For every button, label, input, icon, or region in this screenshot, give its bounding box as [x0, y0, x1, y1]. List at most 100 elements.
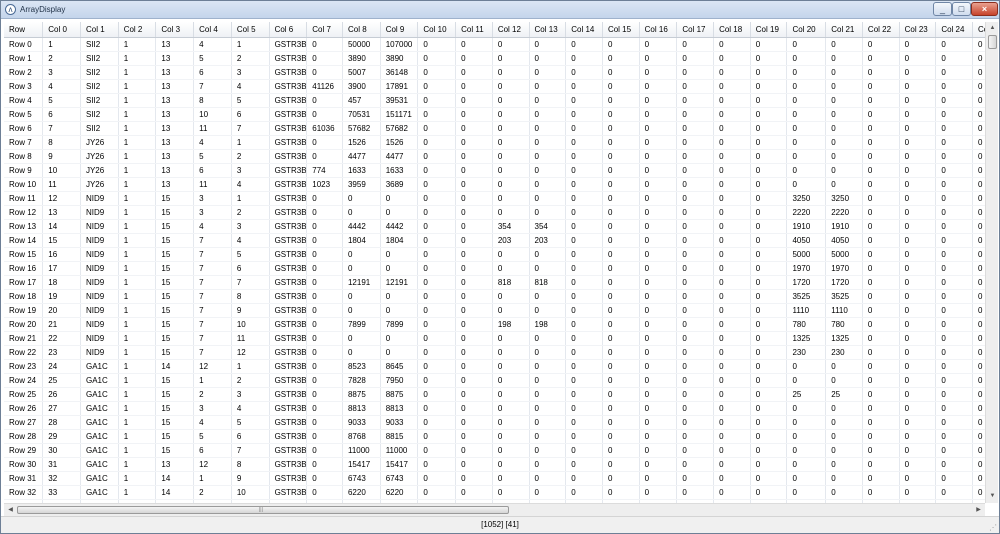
table-cell[interactable]: 0: [862, 135, 900, 150]
table-cell[interactable]: 0: [565, 485, 603, 500]
table-cell[interactable]: 818: [492, 275, 530, 290]
row-label[interactable]: Row 1: [4, 51, 44, 66]
maximize-button[interactable]: □: [952, 2, 971, 16]
table-cell[interactable]: 0: [639, 485, 678, 500]
table-cell[interactable]: 8: [231, 457, 270, 472]
table-cell[interactable]: 0: [935, 415, 974, 430]
table-cell[interactable]: 0: [639, 107, 678, 122]
table-cell[interactable]: 0: [750, 65, 788, 80]
table-cell[interactable]: 0: [899, 429, 937, 444]
table-cell[interactable]: 0: [306, 359, 343, 374]
table-cell[interactable]: 2: [231, 205, 270, 220]
table-cell[interactable]: 0: [492, 443, 530, 458]
table-cell[interactable]: 0: [862, 261, 900, 276]
table-cell[interactable]: 0: [713, 471, 751, 486]
table-cell[interactable]: 0: [306, 191, 343, 206]
table-cell[interactable]: 774: [306, 163, 343, 178]
table-cell[interactable]: 0: [786, 37, 827, 52]
table-cell[interactable]: 0: [899, 331, 937, 346]
row-label[interactable]: Row 26: [4, 401, 44, 416]
column-header[interactable]: Col 18: [713, 22, 751, 38]
table-cell[interactable]: 1: [118, 471, 157, 486]
table-cell[interactable]: 0: [972, 65, 985, 80]
table-cell[interactable]: 0: [602, 485, 640, 500]
table-row[interactable]: Row 18 19 NID9 1 15 7 8 GSTR3B 0 0 0 0 0 0 0 0 0 0 0 0 0 3525…: [4, 289, 985, 304]
table-cell[interactable]: 0: [529, 51, 567, 66]
table-cell[interactable]: 11: [193, 121, 232, 136]
table-cell[interactable]: 0: [862, 401, 900, 416]
table-cell[interactable]: 0: [935, 121, 974, 136]
table-cell[interactable]: 0: [639, 359, 678, 374]
table-cell[interactable]: 0: [935, 373, 974, 388]
table-cell[interactable]: GSTR3B: [269, 485, 308, 500]
table-cell[interactable]: 0: [306, 51, 343, 66]
table-cell[interactable]: 13: [155, 93, 195, 108]
table-cell[interactable]: 13: [155, 107, 195, 122]
table-cell[interactable]: 0: [825, 37, 863, 52]
table-cell[interactable]: 0: [972, 359, 985, 374]
table-cell[interactable]: 0: [639, 51, 678, 66]
table-cell[interactable]: 2220: [786, 205, 827, 220]
table-cell[interactable]: 0: [972, 177, 985, 192]
table-cell[interactable]: 1: [118, 415, 157, 430]
table-cell[interactable]: 1110: [786, 303, 827, 318]
table-cell[interactable]: 0: [492, 373, 530, 388]
table-cell[interactable]: 12191: [342, 275, 381, 290]
table-cell[interactable]: 0: [862, 275, 900, 290]
table-cell[interactable]: 3: [231, 219, 270, 234]
title-bar[interactable]: ʌ ArrayDisplay _ □ ×: [1, 1, 999, 19]
row-label[interactable]: Row 15: [4, 247, 44, 262]
table-cell[interactable]: GSTR3B: [269, 163, 308, 178]
table-cell[interactable]: 0: [750, 247, 788, 262]
table-cell[interactable]: 0: [935, 79, 974, 94]
table-cell[interactable]: 3: [42, 65, 81, 80]
column-header[interactable]: Col 20: [786, 22, 827, 38]
table-cell[interactable]: 0: [380, 303, 419, 318]
table-cell[interactable]: 0: [417, 163, 457, 178]
table-cell[interactable]: 0: [417, 485, 457, 500]
table-cell[interactable]: 0: [786, 51, 827, 66]
table-cell[interactable]: 0: [342, 191, 381, 206]
table-cell[interactable]: GSTR3B: [269, 373, 308, 388]
row-label[interactable]: Row 12: [4, 205, 44, 220]
table-cell[interactable]: 0: [972, 247, 985, 262]
table-cell[interactable]: 0: [306, 373, 343, 388]
table-cell[interactable]: 18: [42, 275, 81, 290]
table-cell[interactable]: 0: [417, 359, 457, 374]
table-cell[interactable]: 0: [935, 219, 974, 234]
table-cell[interactable]: 0: [306, 93, 343, 108]
table-cell[interactable]: 0: [639, 93, 678, 108]
table-cell[interactable]: 0: [862, 247, 900, 262]
table-cell[interactable]: 1804: [380, 233, 419, 248]
table-cell[interactable]: 0: [972, 79, 985, 94]
table-cell[interactable]: 8813: [342, 401, 381, 416]
table-cell[interactable]: 0: [899, 205, 937, 220]
table-cell[interactable]: 0: [342, 345, 381, 360]
table-row[interactable]: Row 6 7 SII2 1 13 11 7 GSTR3B 61036 57682 57682 0 0 0…: [4, 121, 985, 136]
table-cell[interactable]: 1: [118, 331, 157, 346]
table-cell[interactable]: 0: [492, 177, 530, 192]
table-cell[interactable]: 0: [417, 121, 457, 136]
table-cell[interactable]: 0: [565, 443, 603, 458]
table-cell[interactable]: 9033: [342, 415, 381, 430]
table-cell[interactable]: 0: [492, 149, 530, 164]
table-cell[interactable]: GSTR3B: [269, 443, 308, 458]
table-cell[interactable]: 0: [750, 387, 788, 402]
vertical-scrollbar[interactable]: ▲ ▼: [985, 22, 998, 503]
table-row[interactable]: Row 3 4 SII2 1 13 7 4 GSTR3B 41126 3900 17891 0 0 0 0 0…: [4, 79, 985, 94]
table-cell[interactable]: 15: [155, 331, 195, 346]
table-cell[interactable]: 1: [118, 177, 157, 192]
table-cell[interactable]: 0: [529, 65, 567, 80]
table-cell[interactable]: 0: [529, 303, 567, 318]
table-cell[interactable]: 0: [713, 93, 751, 108]
table-cell[interactable]: 0: [306, 457, 343, 472]
table-cell[interactable]: 0: [935, 485, 974, 500]
table-cell[interactable]: 0: [492, 485, 530, 500]
table-cell[interactable]: 0: [935, 135, 974, 150]
table-cell[interactable]: 0: [899, 135, 937, 150]
table-cell[interactable]: 0: [565, 359, 603, 374]
table-cell[interactable]: 0: [972, 219, 985, 234]
table-row[interactable]: Row 2 3 SII2 1 13 6 3 GSTR3B 0 5007 36148 0 0 0 0 0 0 0 0 0…: [4, 65, 985, 80]
table-row[interactable]: Row 26 27 GA1C 1 15 3 4 GSTR3B 0 8813 8813 0 0 0 0 0 0 0 0…: [4, 401, 985, 416]
table-cell[interactable]: 0: [825, 65, 863, 80]
